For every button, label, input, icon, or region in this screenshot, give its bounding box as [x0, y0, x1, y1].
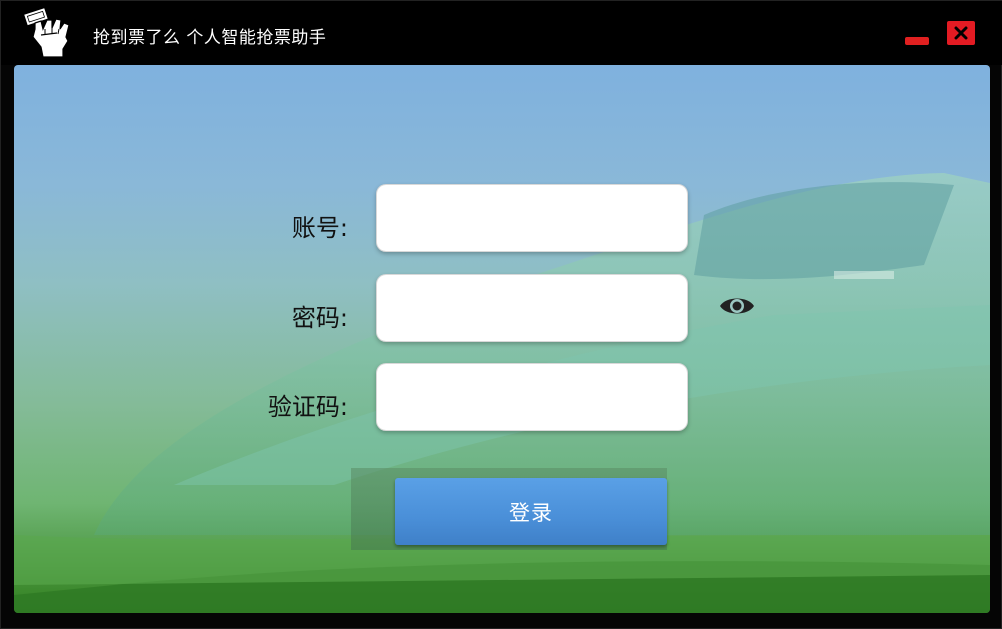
toggle-password-button[interactable] — [717, 291, 757, 321]
captcha-label: 验证码: — [267, 393, 348, 421]
close-button[interactable] — [947, 21, 975, 45]
password-input[interactable] — [376, 274, 688, 342]
login-button-label: 登录 — [509, 500, 553, 525]
eye-icon — [720, 298, 754, 314]
account-input[interactable] — [376, 184, 688, 252]
raised-fist-ticket-icon — [23, 7, 70, 58]
app-window: 抢到票了么 个人智能抢票助手 账号: 密码: 验证码: 登录 — [0, 0, 1002, 629]
password-label: 密码: — [291, 304, 348, 332]
minimize-button[interactable] — [905, 37, 929, 45]
window-title: 抢到票了么 个人智能抢票助手 — [93, 28, 327, 48]
title-bar[interactable]: 抢到票了么 个人智能抢票助手 — [1, 1, 1002, 65]
captcha-input[interactable] — [376, 363, 688, 431]
login-button[interactable]: 登录 — [395, 478, 667, 545]
close-icon — [954, 26, 968, 40]
login-panel: 账号: 密码: 验证码: 登录 — [14, 65, 990, 613]
account-label: 账号: — [291, 214, 348, 242]
